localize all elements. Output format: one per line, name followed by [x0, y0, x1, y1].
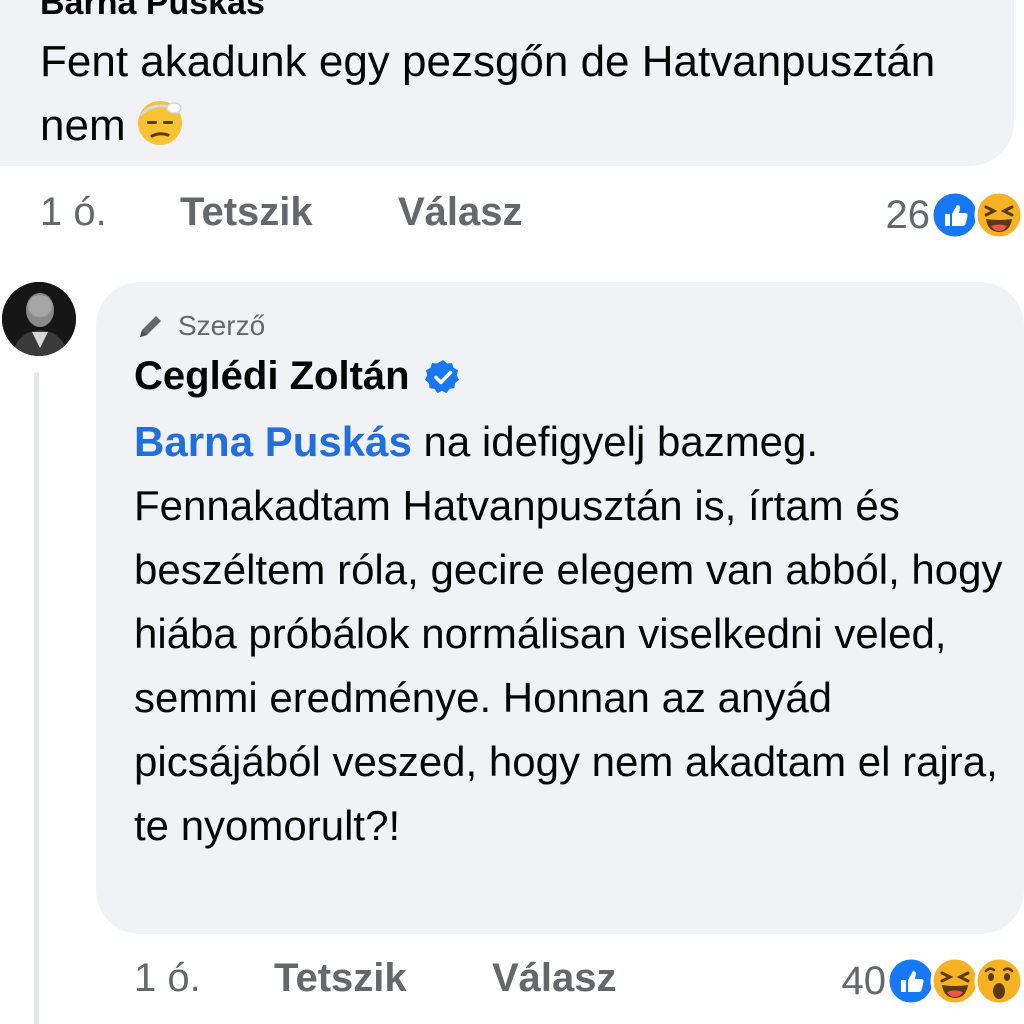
dizzy-bandaged-face-emoji-icon: [137, 101, 182, 145]
reply-reaction-summary[interactable]: 40: [842, 954, 1024, 1008]
reaction-summary[interactable]: 26: [886, 188, 1024, 242]
reaction-count: 26: [885, 192, 931, 237]
reply-text-body: na idefigyelj bazmeg. Fennakadtam Hatvan…: [134, 418, 1003, 849]
like-icon: [930, 190, 980, 240]
author-badge-label: Szerző: [178, 310, 266, 341]
like-button[interactable]: Tetszik: [180, 190, 313, 235]
reply-author-name[interactable]: Ceglédi Zoltán: [134, 354, 410, 399]
mention-link[interactable]: Barna Puskás: [134, 418, 412, 465]
comment-text: Fent akadunk egy pezsgőn de Hatvanpusztá…: [40, 30, 940, 158]
reply-reaction-count: 40: [841, 958, 887, 1003]
avatar-photo-icon: [2, 282, 76, 356]
reply-like-button[interactable]: Tetszik: [274, 956, 407, 1001]
reply-button[interactable]: Válasz: [398, 190, 523, 235]
verified-badge-icon: [424, 359, 459, 393]
comment-bubble: Barna Puskás Fent akadunk egy pezsgőn de…: [0, 0, 1014, 166]
comment-author-name[interactable]: Barna Puskás: [40, 0, 265, 23]
wow-icon: [974, 956, 1024, 1006]
haha-icon: [974, 190, 1024, 240]
reply-reply-button[interactable]: Válasz: [492, 956, 617, 1001]
reply-time[interactable]: 1 ó.: [134, 956, 201, 1001]
thread-line: [34, 372, 39, 1024]
comment-thread: Barna Puskás Fent akadunk egy pezsgőn de…: [0, 0, 1024, 1024]
haha-icon: [930, 956, 980, 1006]
reply-author: Ceglédi Zoltán: [134, 354, 462, 399]
reply-text: Barna Puskás na idefigyelj bazmeg. Fenna…: [134, 410, 1014, 858]
pencil-icon: [140, 316, 161, 337]
like-icon: [886, 956, 936, 1006]
avatar[interactable]: [2, 282, 76, 356]
author-badge: Szerző: [136, 310, 265, 342]
reply-bubble: Szerző Ceglédi Zoltán Barna Puskás na id…: [96, 282, 1024, 934]
comment-time[interactable]: 1 ó.: [40, 190, 107, 235]
